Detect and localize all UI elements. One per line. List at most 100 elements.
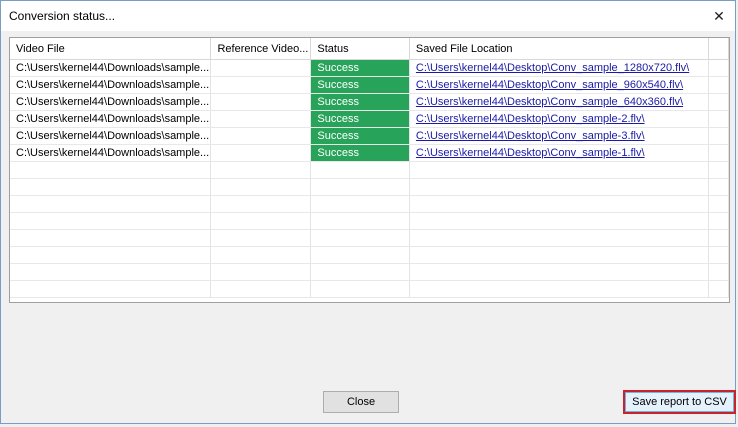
status-cell: Success	[310, 144, 410, 162]
reference-video-cell	[210, 93, 312, 111]
empty-row	[10, 195, 729, 213]
empty-cell	[708, 229, 729, 247]
video-file-cell: C:\Users\kernel44\Downloads\sample...	[10, 93, 212, 111]
empty-cell	[708, 212, 729, 230]
title-bar: Conversion status... ✕	[1, 1, 735, 31]
empty-cell	[210, 212, 312, 230]
status-cell: Success	[310, 59, 410, 77]
empty-cell	[708, 161, 729, 179]
empty-cell	[310, 178, 410, 196]
empty-cell	[210, 280, 312, 298]
grid-body: C:\Users\kernel44\Downloads\sample... Suc…	[10, 59, 729, 298]
status-cell: Success	[310, 110, 410, 128]
filler-cell	[708, 127, 729, 145]
empty-cell	[310, 263, 410, 281]
column-header-video-file[interactable]: Video File	[10, 38, 212, 60]
saved-file-location-cell: C:\Users\kernel44\Desktop\Conv_sample-1.…	[409, 144, 710, 162]
filler-cell	[708, 93, 729, 111]
table-row[interactable]: C:\Users\kernel44\Downloads\sample... Suc…	[10, 127, 729, 145]
empty-cell	[210, 229, 312, 247]
saved-file-link[interactable]: C:\Users\kernel44\Desktop\Conv_sample-1.…	[416, 147, 645, 159]
column-header-reference-video[interactable]: Reference Video...	[210, 38, 312, 60]
close-icon[interactable]: ✕	[709, 6, 729, 26]
empty-cell	[708, 263, 729, 281]
empty-cell	[210, 178, 312, 196]
empty-cell	[10, 161, 212, 179]
empty-cell	[310, 195, 410, 213]
empty-row	[10, 263, 729, 281]
empty-cell	[708, 246, 729, 264]
empty-cell	[310, 280, 410, 298]
reference-video-cell	[210, 144, 312, 162]
status-cell: Success	[310, 76, 410, 94]
saved-file-link[interactable]: C:\Users\kernel44\Desktop\Conv_sample_96…	[416, 79, 683, 91]
table-row[interactable]: C:\Users\kernel44\Downloads\sample... Suc…	[10, 76, 729, 94]
empty-cell	[310, 212, 410, 230]
empty-cell	[409, 229, 710, 247]
empty-cell	[409, 161, 710, 179]
empty-row	[10, 246, 729, 264]
column-header-saved-file-location[interactable]: Saved File Location	[409, 38, 710, 60]
empty-cell	[210, 263, 312, 281]
saved-file-link[interactable]: C:\Users\kernel44\Desktop\Conv_sample_12…	[416, 62, 689, 74]
empty-cell	[10, 246, 212, 264]
table-row[interactable]: C:\Users\kernel44\Downloads\sample... Suc…	[10, 59, 729, 77]
empty-cell	[310, 161, 410, 179]
empty-cell	[10, 229, 212, 247]
empty-row	[10, 229, 729, 247]
table-row[interactable]: C:\Users\kernel44\Downloads\sample... Suc…	[10, 93, 729, 111]
conversion-status-dialog: Conversion status... ✕ Video File Refere…	[0, 0, 736, 424]
conversion-results-grid: Video File Reference Video... Status Sav…	[9, 37, 730, 303]
video-file-cell: C:\Users\kernel44\Downloads\sample...	[10, 76, 212, 94]
saved-file-location-cell: C:\Users\kernel44\Desktop\Conv_sample-2.…	[409, 110, 710, 128]
results-table: Video File Reference Video... Status Sav…	[10, 38, 729, 298]
empty-row	[10, 178, 729, 196]
empty-cell	[409, 280, 710, 298]
column-header-status[interactable]: Status	[310, 38, 410, 60]
save-report-csv-button[interactable]: Save report to CSV	[623, 390, 736, 414]
empty-cell	[409, 212, 710, 230]
empty-cell	[10, 263, 212, 281]
empty-cell	[708, 178, 729, 196]
status-cell: Success	[310, 93, 410, 111]
reference-video-cell	[210, 59, 312, 77]
reference-video-cell	[210, 76, 312, 94]
empty-cell	[10, 280, 212, 298]
saved-file-location-cell: C:\Users\kernel44\Desktop\Conv_sample_64…	[409, 93, 710, 111]
empty-cell	[10, 178, 212, 196]
empty-cell	[708, 280, 729, 298]
filler-cell	[708, 76, 729, 94]
saved-file-link[interactable]: C:\Users\kernel44\Desktop\Conv_sample-2.…	[416, 113, 645, 125]
reference-video-cell	[210, 127, 312, 145]
reference-video-cell	[210, 110, 312, 128]
empty-row	[10, 280, 729, 298]
column-header-filler	[708, 38, 729, 60]
table-row[interactable]: C:\Users\kernel44\Downloads\sample... Suc…	[10, 110, 729, 128]
saved-file-location-cell: C:\Users\kernel44\Desktop\Conv_sample-3.…	[409, 127, 710, 145]
video-file-cell: C:\Users\kernel44\Downloads\sample...	[10, 127, 212, 145]
empty-cell	[210, 161, 312, 179]
empty-row	[10, 161, 729, 179]
empty-cell	[210, 246, 312, 264]
filler-cell	[708, 59, 729, 77]
video-file-cell: C:\Users\kernel44\Downloads\sample...	[10, 110, 212, 128]
save-report-csv-label: Save report to CSV	[625, 392, 734, 412]
saved-file-link[interactable]: C:\Users\kernel44\Desktop\Conv_sample_64…	[416, 96, 683, 108]
video-file-cell: C:\Users\kernel44\Downloads\sample...	[10, 59, 212, 77]
empty-cell	[409, 195, 710, 213]
status-cell: Success	[310, 127, 410, 145]
filler-cell	[708, 110, 729, 128]
saved-file-link[interactable]: C:\Users\kernel44\Desktop\Conv_sample-3.…	[416, 130, 645, 142]
empty-cell	[210, 195, 312, 213]
table-row[interactable]: C:\Users\kernel44\Downloads\sample... Suc…	[10, 144, 729, 162]
close-button[interactable]: Close	[323, 391, 399, 413]
empty-cell	[310, 229, 410, 247]
empty-cell	[409, 178, 710, 196]
saved-file-location-cell: C:\Users\kernel44\Desktop\Conv_sample_96…	[409, 76, 710, 94]
filler-cell	[708, 144, 729, 162]
header-row: Video File Reference Video... Status Sav…	[10, 38, 729, 60]
empty-cell	[10, 212, 212, 230]
video-file-cell: C:\Users\kernel44\Downloads\sample...	[10, 144, 212, 162]
empty-cell	[10, 195, 212, 213]
empty-row	[10, 212, 729, 230]
